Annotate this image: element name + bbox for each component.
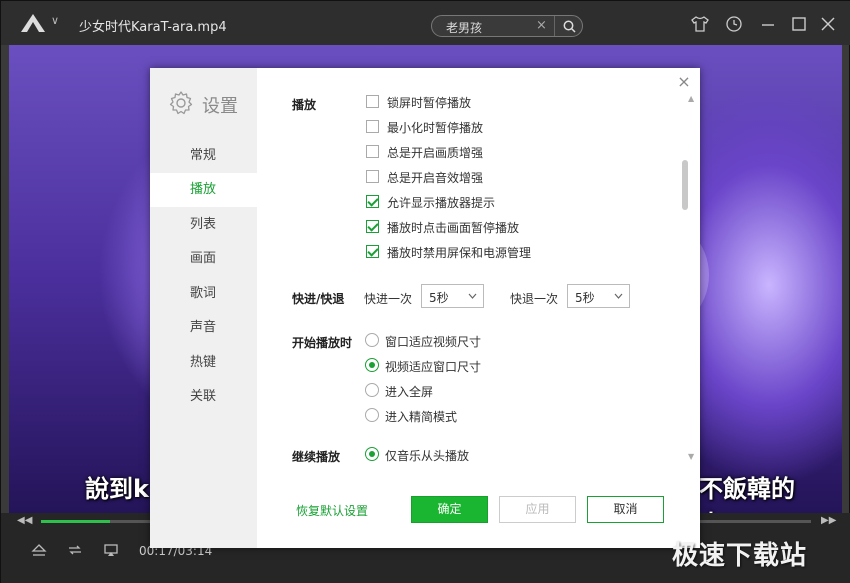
title-bar: ∨ 少女时代KaraT-ara.mp4 老男孩 ×: [1, 1, 850, 45]
checkbox-box[interactable]: [366, 95, 379, 108]
search-button[interactable]: [554, 16, 583, 36]
radio-dot[interactable]: [365, 333, 379, 347]
search-box[interactable]: 老男孩 ×: [431, 15, 583, 37]
checkbox-label: 播放时点击画面暂停播放: [387, 221, 520, 235]
repeat-icon[interactable]: [67, 543, 83, 557]
sidebar-item-label: 播放: [190, 182, 217, 197]
radio-label: 进入全屏: [385, 385, 434, 399]
apply-button[interactable]: 应用: [499, 496, 576, 523]
scrollbar-thumb[interactable]: [682, 160, 688, 210]
eject-icon[interactable]: [31, 543, 47, 557]
checkbox-box[interactable]: [366, 120, 379, 133]
cancel-button[interactable]: 取消: [587, 496, 664, 523]
settings-dialog: 设置 常规 播放 列表 画面 歌词 声音 热键 关联 × 播放 锁屏时暂停播放 …: [150, 68, 700, 548]
sidebar-item-hotkeys[interactable]: 热键: [150, 346, 257, 380]
checkbox-box[interactable]: [366, 245, 379, 258]
rewind-icon[interactable]: ◀◀: [17, 515, 32, 526]
search-clear-icon[interactable]: ×: [536, 18, 547, 33]
sidebar-item-label: 热键: [190, 355, 217, 370]
radio-dot[interactable]: [365, 447, 379, 461]
close-window-icon[interactable]: [819, 15, 837, 33]
sidebar-item-picture[interactable]: 画面: [150, 242, 257, 276]
sidebar-item-lyrics[interactable]: 歌词: [150, 277, 257, 311]
checkbox-box[interactable]: [366, 170, 379, 183]
sidebar-item-label: 常规: [190, 148, 217, 163]
radio-dot[interactable]: [365, 408, 379, 422]
checkbox-label: 允许显示播放器提示: [387, 196, 496, 210]
search-input[interactable]: 老男孩: [446, 19, 482, 36]
section-label-resume: 继续播放: [292, 450, 341, 464]
restore-defaults-link[interactable]: 恢复默认设置: [296, 502, 368, 519]
backward-step-value: 5秒: [575, 291, 595, 305]
gear-icon: [169, 91, 193, 115]
radio-label: 仅音乐从头播放: [385, 449, 470, 463]
checkbox-label: 总是开启画质增强: [387, 146, 484, 160]
checkbox-label: 最小化时暂停播放: [387, 121, 484, 135]
sidebar-item-label: 列表: [190, 217, 217, 232]
sidebar-item-general[interactable]: 常规: [150, 139, 257, 173]
settings-sidebar: 设置 常规 播放 列表 画面 歌词 声音 热键 关联: [150, 68, 257, 548]
forward-step-label: 快进一次: [364, 292, 413, 306]
subtitle-left: 說到k: [85, 475, 149, 503]
sidebar-item-label: 关联: [190, 389, 217, 404]
sidebar-item-association[interactable]: 关联: [150, 380, 257, 414]
checkbox-box[interactable]: [366, 145, 379, 158]
settings-title: 设置: [202, 96, 238, 117]
backward-step-label: 快退一次: [510, 292, 559, 306]
chevron-down-icon: [468, 293, 477, 299]
maximize-icon[interactable]: [790, 15, 808, 33]
radio-dot[interactable]: [365, 358, 379, 372]
radio-label: 视频适应窗口尺寸: [385, 360, 482, 374]
subtitle-right: 不飯韓的人，: [699, 475, 795, 513]
radio-dot[interactable]: [365, 383, 379, 397]
settings-content: 播放 锁屏时暂停播放 最小化时暂停播放 总是开启画质增强 总是开启音效增强 允许…: [257, 68, 700, 468]
seek-bar-progress: [41, 520, 111, 523]
sidebar-item-label: 声音: [190, 320, 217, 335]
skin-shirt-icon[interactable]: [691, 15, 709, 33]
clock-icon[interactable]: [725, 15, 743, 33]
sidebar-item-label: 画面: [190, 251, 217, 266]
app-logo-icon[interactable]: [19, 12, 47, 34]
checkbox-box[interactable]: [366, 220, 379, 233]
chevron-down-icon: [614, 293, 623, 299]
checkbox-label: 总是开启音效增强: [387, 171, 484, 185]
section-label-playback: 播放: [292, 98, 317, 112]
sidebar-item-list[interactable]: 列表: [150, 208, 257, 242]
scroll-down-icon[interactable]: ▼: [688, 452, 694, 461]
minimize-icon[interactable]: [759, 15, 777, 33]
sidebar-item-sound[interactable]: 声音: [150, 311, 257, 345]
fast-forward-icon[interactable]: ▶▶: [821, 515, 836, 526]
radio-label: 进入精简模式: [385, 410, 458, 424]
backward-step-select[interactable]: 5秒: [567, 284, 630, 308]
forward-step-select[interactable]: 5秒: [421, 284, 484, 308]
section-label-seek: 快进/快退: [292, 292, 345, 306]
forward-step-value: 5秒: [429, 291, 449, 305]
checkbox-label: 播放时禁用屏保和电源管理: [387, 246, 532, 260]
checkbox-label: 锁屏时暂停播放: [387, 96, 472, 110]
ok-button[interactable]: 确定: [411, 496, 488, 523]
search-icon: [563, 20, 576, 33]
sidebar-item-playback[interactable]: 播放: [150, 173, 257, 207]
watermark-text: 极速下载站: [672, 541, 808, 571]
scroll-up-icon[interactable]: ▲: [688, 94, 694, 103]
section-label-start: 开始播放时: [292, 336, 353, 350]
menu-chevron-down-icon[interactable]: ∨: [51, 14, 59, 27]
screen-cast-icon[interactable]: [103, 543, 119, 557]
checkbox-box[interactable]: [366, 195, 379, 208]
video-title: 少女时代KaraT-ara.mp4: [79, 20, 227, 35]
sidebar-item-label: 歌词: [190, 286, 217, 301]
radio-label: 窗口适应视频尺寸: [385, 335, 482, 349]
